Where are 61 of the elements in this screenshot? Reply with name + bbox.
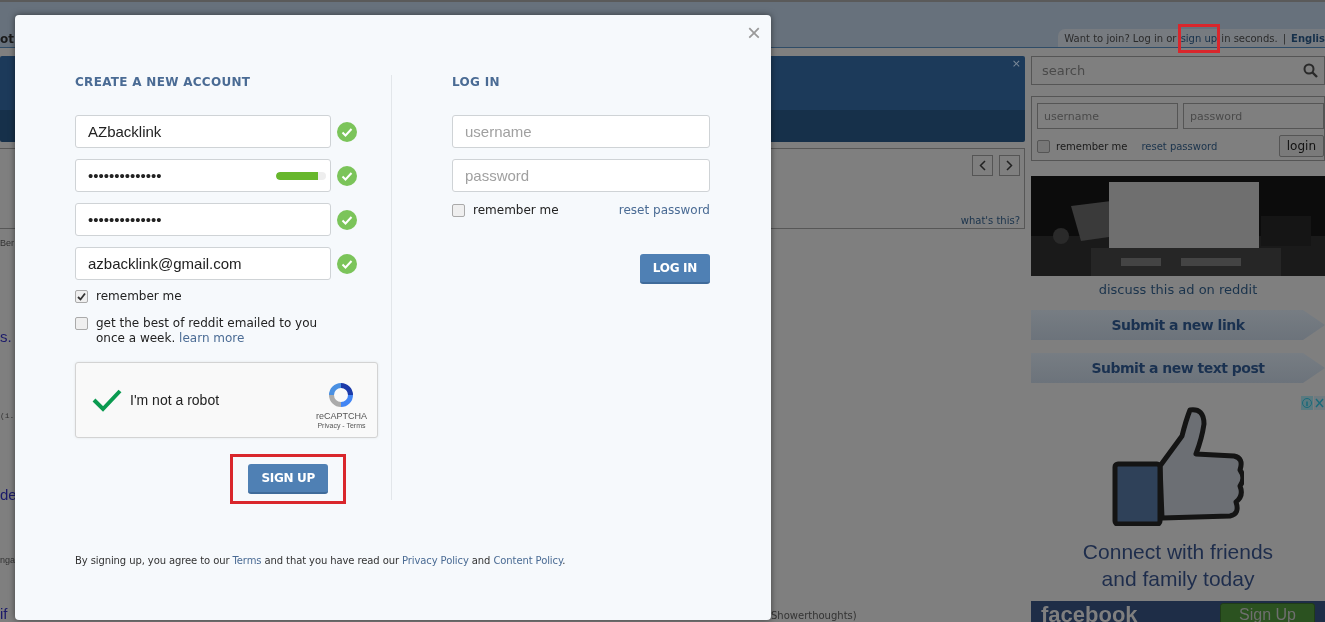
captcha-label: I'm not a robot xyxy=(130,392,220,408)
legal-notice: By signing up, you agree to our Terms and that you have read our Privacy Policy and Content Policy. xyxy=(75,555,567,566)
checkbox-label: remember me xyxy=(473,203,559,217)
field-input[interactable]: •••••••••••••• xyxy=(88,211,318,228)
subreddit-label: Showerthoughts) xyxy=(771,610,857,621)
section-title: LOG IN xyxy=(452,75,500,89)
post-text: Ber xyxy=(0,238,14,248)
sign-up-button[interactable]: SIGN UP xyxy=(248,464,328,494)
close-icon[interactable] xyxy=(1314,396,1325,410)
reset-password-link[interactable]: reset password xyxy=(618,203,710,217)
policy-link[interactable]: Privacy Policy xyxy=(402,555,469,566)
field-input[interactable]: password xyxy=(465,167,697,184)
submit-button[interactable]: Submit a new text post xyxy=(1031,353,1325,383)
input-field[interactable]: •••••••••••••• xyxy=(75,159,331,192)
separator: | xyxy=(1282,32,1287,44)
submit-button[interactable]: Submit a new link xyxy=(1031,310,1325,340)
captcha-brand: reCAPTCHA xyxy=(316,410,367,421)
field-input[interactable]: AZbacklink xyxy=(88,123,318,140)
nav-tab[interactable]: ot xyxy=(0,32,14,48)
input-field[interactable]: AZbacklink xyxy=(75,115,331,148)
join-prompt: Want to join? Log in or sign up in seconds. xyxy=(1064,32,1278,44)
chevron-left-icon xyxy=(979,160,986,171)
info-icon[interactable] xyxy=(1301,396,1313,410)
close-button[interactable]: × xyxy=(745,23,763,43)
post-title[interactable]: if xyxy=(0,605,15,622)
search-icon xyxy=(1303,63,1318,78)
promo-headline: Connect with friends and family today xyxy=(1081,539,1275,592)
post-text: (i. xyxy=(0,411,15,420)
field-input[interactable]: azbacklink@gmail.com xyxy=(88,255,318,272)
checkbox[interactable] xyxy=(452,204,465,217)
input-field[interactable]: azbacklink@gmail.com xyxy=(75,247,331,280)
chevron-right-icon xyxy=(1006,160,1013,171)
language-link[interactable]: Englis xyxy=(1291,32,1325,44)
checkbox[interactable] xyxy=(75,290,88,303)
field-input[interactable]: username xyxy=(465,123,697,140)
log-in-button[interactable]: LOG IN xyxy=(639,254,710,284)
post-title[interactable]: s. xyxy=(0,328,12,345)
reset-password-link[interactable]: reset password xyxy=(1141,140,1218,152)
previous-button[interactable] xyxy=(972,155,993,176)
next-button[interactable] xyxy=(999,155,1020,176)
checkbox-label: remember me xyxy=(96,289,183,304)
section-title: CREATE A NEW ACCOUNT xyxy=(75,75,251,89)
checkbox-label: remember me xyxy=(1056,140,1128,152)
close-button[interactable]: × xyxy=(1007,56,1025,71)
brand-name: facebook xyxy=(1041,601,1138,622)
field-input[interactable]: •••••••••••••• xyxy=(88,167,276,184)
checkbox[interactable] xyxy=(1037,139,1050,153)
input-field[interactable]: password xyxy=(452,159,710,192)
checkbox[interactable] xyxy=(75,317,88,330)
login-button[interactable]: login xyxy=(1278,135,1324,157)
post-title[interactable]: de xyxy=(0,486,17,503)
input-field[interactable]: •••••••••••••• xyxy=(75,203,331,236)
post-text: nga xyxy=(0,555,16,565)
whats-this-link[interactable]: what's this? xyxy=(960,215,1020,226)
checkmark-icon[interactable] xyxy=(92,388,122,412)
checkbox-label: get the best of reddit emailed to you once a week. learn more xyxy=(96,316,319,346)
learn-more-link[interactable]: learn more xyxy=(179,331,245,345)
ad-discussion-link[interactable]: discuss this ad on reddit xyxy=(1031,282,1325,297)
input-field[interactable]: username xyxy=(452,115,710,148)
policy-link[interactable]: Terms xyxy=(232,555,262,566)
sign-up-link[interactable]: sign up xyxy=(1180,32,1218,44)
